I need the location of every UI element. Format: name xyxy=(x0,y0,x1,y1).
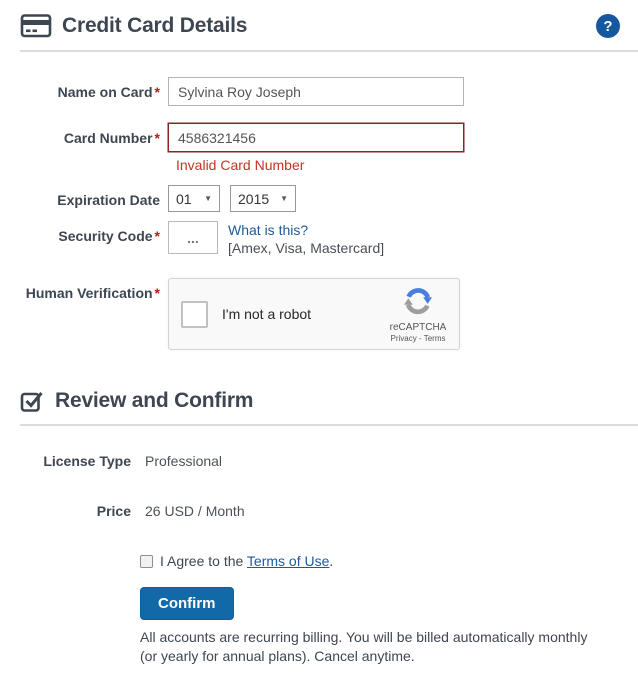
expiration-date-label: Expiration Date xyxy=(57,192,160,208)
check-square-icon xyxy=(20,388,45,413)
name-on-card-row: Name on Card * xyxy=(0,77,638,106)
recaptcha-label: I'm not a robot xyxy=(222,306,312,322)
human-verification-row: Human Verification * I'm not a robot reCA… xyxy=(0,278,638,350)
card-number-input[interactable] xyxy=(168,123,464,152)
credit-card-form: Name on Card* Card Number* Invalid Card … xyxy=(0,77,638,350)
review-summary: License Type Professional Price 26 USD /… xyxy=(0,453,638,519)
price-row: Price 26 USD / Month xyxy=(0,503,638,519)
required-mark: * xyxy=(154,130,160,146)
security-code-row: Security Code* What is this? [Amex, Visa… xyxy=(0,221,638,257)
expiration-month-value: 01 xyxy=(176,190,192,207)
expiration-month-select[interactable]: 01 ▼ xyxy=(168,185,220,212)
help-icon[interactable]: ? xyxy=(596,14,620,38)
security-code-label: Security Code * xyxy=(58,228,160,244)
expiration-date-row: Expiration Date 01 ▼ 2015 ▼ xyxy=(0,185,638,212)
card-types-hint: [Amex, Visa, Mastercard] xyxy=(228,240,385,256)
license-type-label: License Type xyxy=(43,453,131,469)
expiration-year-value: 2015 xyxy=(238,190,270,207)
section-divider xyxy=(20,424,638,426)
recaptcha-brand-text: reCAPTCHA xyxy=(389,321,447,333)
card-number-row: Card Number * xyxy=(0,123,638,152)
confirm-button[interactable]: Confirm xyxy=(140,587,234,620)
section-divider xyxy=(20,50,638,52)
terms-agree-text: I Agree to the Terms of Use. xyxy=(160,553,334,569)
security-code-help: What is this? [Amex, Visa, Mastercard] xyxy=(228,221,384,257)
license-type-value: Professional xyxy=(145,453,223,469)
terms-of-use-link[interactable]: Terms of Use xyxy=(247,553,329,569)
security-code-input[interactable] xyxy=(168,221,218,254)
chevron-down-icon: ▼ xyxy=(280,194,288,203)
what-is-this-link[interactable]: What is this? xyxy=(228,222,308,238)
recaptcha-checkbox[interactable] xyxy=(181,300,208,328)
review-section-header: Review and Confirm xyxy=(0,375,638,413)
required-mark: * xyxy=(154,228,160,244)
required-mark: * xyxy=(154,285,160,301)
credit-card-section-header: Credit Card Details ? xyxy=(0,0,638,39)
billing-note: All accounts are recurring billing. You … xyxy=(140,629,588,664)
expiration-year-select[interactable]: 2015 ▼ xyxy=(230,185,296,212)
page-title: Credit Card Details xyxy=(62,14,248,37)
required-mark: * xyxy=(154,84,160,100)
recaptcha-widget: I'm not a robot reCAPTCHA Privacy - Term… xyxy=(168,278,460,350)
terms-agree-checkbox[interactable] xyxy=(140,554,153,568)
name-on-card-input[interactable] xyxy=(168,77,464,106)
recaptcha-logo-icon xyxy=(403,287,433,314)
recaptcha-privacy-link[interactable]: Privacy xyxy=(391,334,417,343)
card-number-error: Invalid Card Number xyxy=(176,157,305,173)
recaptcha-brand: reCAPTCHA Privacy - Terms xyxy=(387,286,449,343)
chevron-down-icon: ▼ xyxy=(204,194,212,203)
recaptcha-links: Privacy - Terms xyxy=(390,333,446,343)
name-on-card-label: Name on Card * xyxy=(57,84,160,100)
human-verification-label: Human Verification * xyxy=(25,285,160,301)
price-label: Price xyxy=(96,503,131,519)
price-value: 26 USD / Month xyxy=(145,503,245,519)
license-type-row: License Type Professional xyxy=(0,453,638,469)
card-number-label: Card Number * xyxy=(63,130,160,146)
terms-agree-row: I Agree to the Terms of Use. xyxy=(140,553,638,569)
credit-card-icon xyxy=(20,13,52,39)
recaptcha-terms-link[interactable]: Terms xyxy=(424,334,446,343)
review-title: Review and Confirm xyxy=(55,388,254,412)
